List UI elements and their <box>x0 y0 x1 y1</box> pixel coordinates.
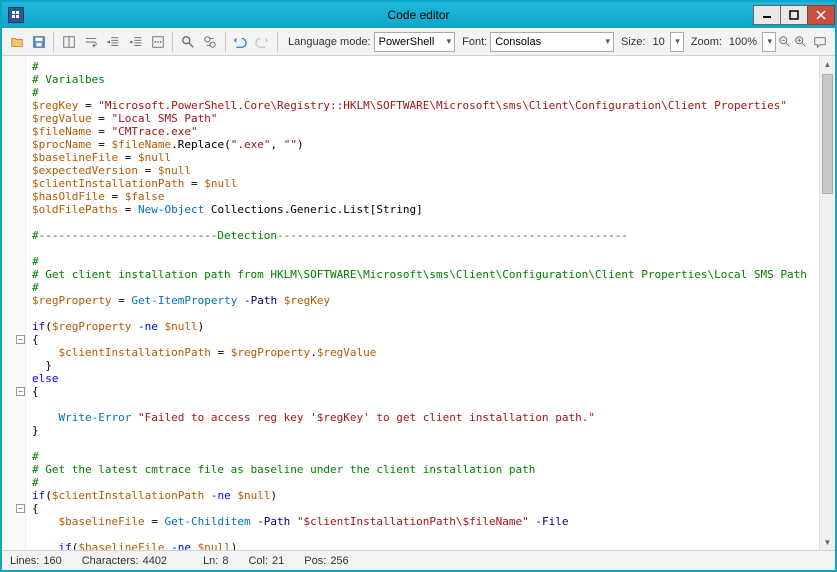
toolbar: Language mode: PowerShell Font: Consolas… <box>2 28 835 56</box>
size-label: Size: <box>621 36 645 48</box>
title-bar: Code editor <box>2 2 835 28</box>
close-button[interactable] <box>807 5 835 25</box>
find-button[interactable] <box>177 31 198 53</box>
replace-button[interactable] <box>200 31 221 53</box>
status-bar: Lines: 160 Characters: 4402 Ln: 8 Col: 2… <box>2 550 835 570</box>
language-mode-combo[interactable]: PowerShell <box>374 32 456 52</box>
zoom-in-button[interactable] <box>793 34 808 50</box>
chars-label: Characters: <box>82 555 139 567</box>
undo-split-button[interactable] <box>58 31 79 53</box>
ln-label: Ln: <box>203 555 218 567</box>
chars-value: 4402 <box>143 555 167 567</box>
app-icon <box>8 7 24 23</box>
redo-button[interactable] <box>252 31 273 53</box>
window-title: Code editor <box>387 8 449 22</box>
code-editor[interactable]: ## Varialbes#$regKey = "Microsoft.PowerS… <box>26 56 819 550</box>
gutter: −−−−−− <box>2 56 26 550</box>
vertical-scrollbar[interactable]: ▲ ▼ <box>819 56 835 550</box>
open-file-button[interactable] <box>6 31 27 53</box>
language-mode-label: Language mode: <box>288 36 371 48</box>
col-value: 21 <box>272 555 284 567</box>
zoom-value: 100% <box>725 36 761 48</box>
fold-toggle[interactable]: − <box>16 335 25 344</box>
zoom-label: Zoom: <box>691 36 722 48</box>
toggle-whitespace-button[interactable] <box>147 31 168 53</box>
lines-value: 160 <box>43 555 61 567</box>
zoom-out-button[interactable] <box>777 34 792 50</box>
lines-label: Lines: <box>10 555 39 567</box>
scroll-down-arrow[interactable]: ▼ <box>820 534 835 550</box>
ln-value: 8 <box>222 555 228 567</box>
minimize-button[interactable] <box>753 5 781 25</box>
scroll-up-arrow[interactable]: ▲ <box>820 56 835 72</box>
scroll-thumb[interactable] <box>822 74 833 194</box>
font-label: Font: <box>462 36 487 48</box>
size-value: 10 <box>648 36 668 48</box>
fold-toggle[interactable]: − <box>16 387 25 396</box>
save-button[interactable] <box>28 31 49 53</box>
undo-button[interactable] <box>230 31 251 53</box>
fold-toggle[interactable]: − <box>16 504 25 513</box>
word-wrap-button[interactable] <box>81 31 102 53</box>
indent-button[interactable] <box>125 31 146 53</box>
size-combo[interactable] <box>670 32 684 52</box>
editor-area: −−−−−− ## Varialbes#$regKey = "Microsoft… <box>2 56 835 550</box>
col-label: Col: <box>248 555 268 567</box>
font-combo[interactable]: Consolas <box>490 32 614 52</box>
feedback-button[interactable] <box>810 31 831 53</box>
window-controls <box>754 5 835 25</box>
pos-value: 256 <box>330 555 348 567</box>
maximize-button[interactable] <box>780 5 808 25</box>
outdent-button[interactable] <box>103 31 124 53</box>
zoom-combo[interactable] <box>762 32 776 52</box>
pos-label: Pos: <box>304 555 326 567</box>
